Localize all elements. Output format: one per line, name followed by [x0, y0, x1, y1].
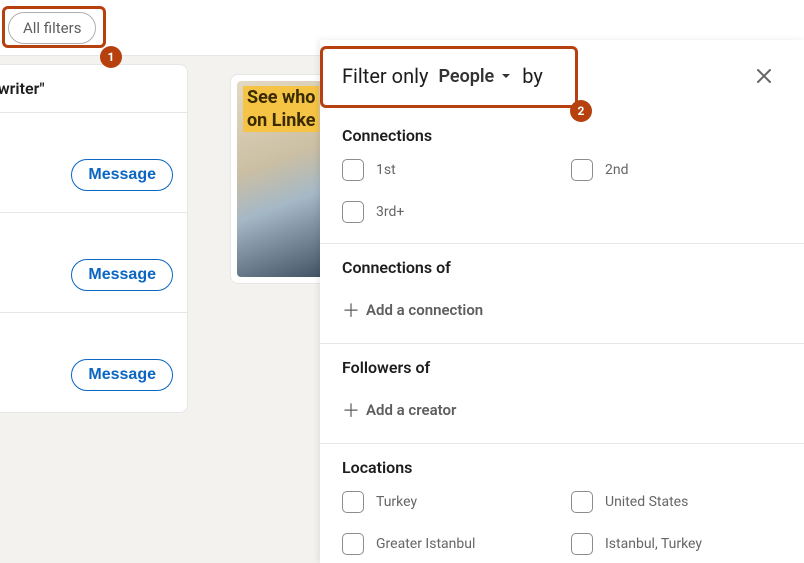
checkbox-icon — [342, 159, 364, 181]
add-creator-label: Add a creator — [366, 401, 456, 419]
promo-text: See who on Linke — [243, 87, 319, 132]
checkbox-icon — [571, 533, 593, 555]
all-filters-label: All filters — [23, 19, 81, 37]
checkbox-location[interactable]: Istanbul, Turkey — [571, 533, 780, 555]
filter-panel: Filter only People by Connections 1st 2n… — [320, 40, 804, 563]
checkbox-3rd-plus[interactable]: 3rd+ — [342, 201, 551, 223]
section-followers-of: Followers of ＋ Add a creator — [320, 344, 804, 444]
checkbox-icon — [342, 201, 364, 223]
checkbox-label: United States — [605, 494, 688, 510]
checkbox-location[interactable]: Greater Istanbul — [342, 533, 551, 555]
locations-options: Turkey United States Greater Istanbul Is… — [342, 491, 780, 555]
message-button[interactable]: Message — [71, 159, 173, 191]
close-button[interactable] — [748, 60, 780, 92]
checkbox-location[interactable]: Turkey — [342, 491, 551, 513]
section-connections: Connections 1st 2nd 3rd+ — [320, 112, 804, 244]
result-row: Message — [0, 112, 187, 212]
filter-suffix: by — [522, 64, 543, 88]
section-title-connections: Connections — [342, 126, 780, 145]
section-title-locations: Locations — [342, 458, 780, 477]
checkbox-2nd[interactable]: 2nd — [571, 159, 780, 181]
checkbox-label: Turkey — [376, 494, 417, 510]
checkbox-label: Greater Istanbul — [376, 536, 475, 552]
checkbox-label: 1st — [376, 162, 396, 178]
filter-entity-dropdown[interactable]: People — [438, 66, 512, 87]
checkbox-icon — [571, 491, 593, 513]
result-row: Message — [0, 212, 187, 312]
filter-entity-label: People — [438, 66, 494, 87]
checkbox-1st[interactable]: 1st — [342, 159, 551, 181]
section-locations: Locations Turkey United States Greater I… — [320, 444, 804, 563]
add-connection-label: Add a connection — [366, 301, 483, 319]
all-filters-pill[interactable]: All filters — [8, 12, 96, 44]
checkbox-icon — [571, 159, 593, 181]
promo-line2: on Linke — [243, 109, 319, 132]
checkbox-label: 2nd — [605, 162, 629, 178]
result-row: Message — [0, 312, 187, 412]
checkbox-icon — [342, 491, 364, 513]
results-card: pywriter" Message Message Message — [0, 64, 188, 413]
section-title-followers-of: Followers of — [342, 358, 780, 377]
section-connections-of: Connections of ＋ Add a connection — [320, 244, 804, 344]
checkbox-icon — [342, 533, 364, 555]
checkbox-location[interactable]: United States — [571, 491, 780, 513]
result-heading: pywriter" — [0, 65, 187, 112]
filter-prefix: Filter only — [342, 64, 428, 88]
add-connection-button[interactable]: ＋ Add a connection — [342, 291, 780, 337]
section-title-connections-of: Connections of — [342, 258, 780, 277]
caret-down-icon — [500, 70, 512, 82]
message-button[interactable]: Message — [71, 359, 173, 391]
connections-options: 1st 2nd 3rd+ — [342, 159, 780, 223]
filter-panel-header: Filter only People by — [320, 40, 804, 112]
plus-icon: ＋ — [342, 297, 360, 323]
add-creator-button[interactable]: ＋ Add a creator — [342, 391, 780, 437]
plus-icon: ＋ — [342, 397, 360, 423]
message-button[interactable]: Message — [71, 259, 173, 291]
promo-line1: See who — [243, 86, 319, 109]
checkbox-label: 3rd+ — [376, 204, 404, 220]
checkbox-label: Istanbul, Turkey — [605, 536, 702, 552]
close-icon — [755, 67, 773, 85]
